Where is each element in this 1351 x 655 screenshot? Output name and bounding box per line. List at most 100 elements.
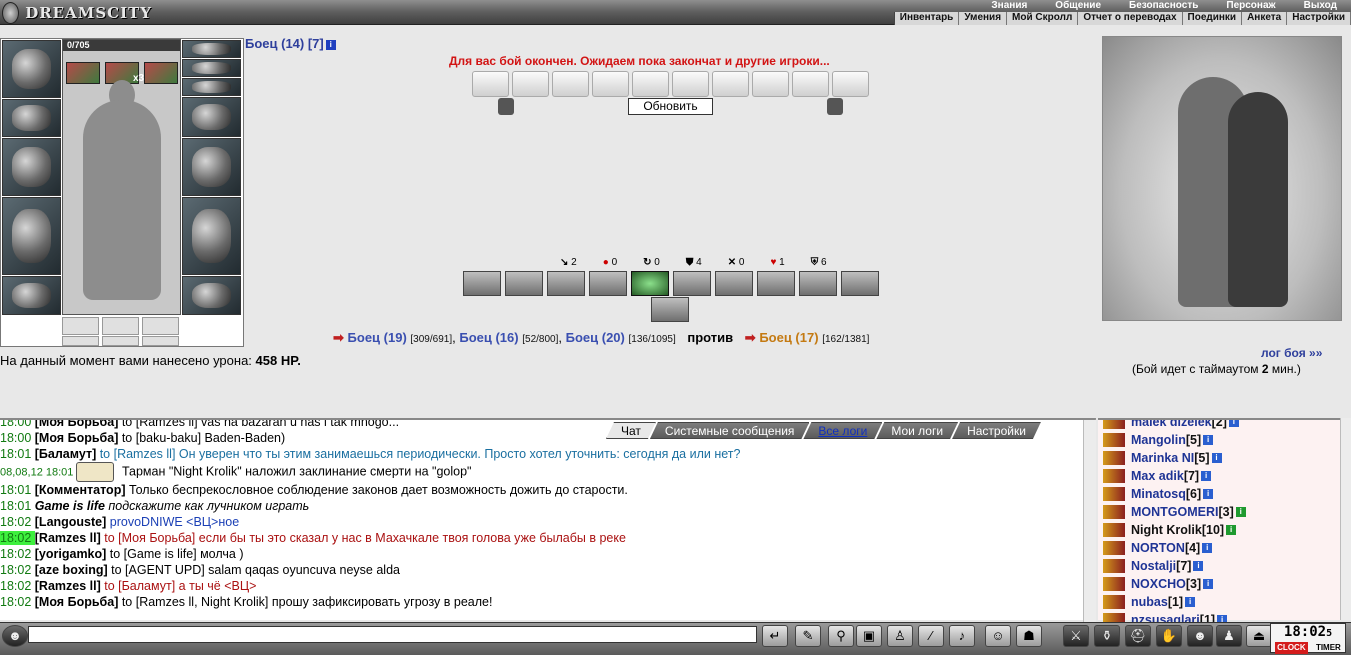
chat-sender[interactable]: [Ramzes ll]	[35, 579, 101, 593]
enter-icon[interactable]: ↵	[762, 625, 788, 647]
chat-sender[interactable]: Game is life	[35, 499, 105, 513]
chat-sender[interactable]: [Комментатор]	[35, 483, 126, 497]
leggings-slot[interactable]	[182, 197, 241, 275]
skill-button[interactable]	[463, 271, 501, 296]
user-row[interactable]: MONTGOMERI [3] i	[1098, 503, 1336, 521]
submenu-skills[interactable]: Умения	[959, 12, 1008, 25]
fighter-link[interactable]: Боец (19)	[348, 330, 407, 345]
chat-sender[interactable]: [Langouste]	[35, 515, 107, 529]
user-name[interactable]: malek dizelek	[1131, 420, 1212, 429]
scroll-slot[interactable]	[832, 71, 869, 97]
chat-sender[interactable]: [Баламут]	[35, 447, 96, 461]
scroll-slot[interactable]	[712, 71, 749, 97]
armor-slot[interactable]	[2, 197, 61, 275]
user-name[interactable]: nubas	[1131, 595, 1168, 609]
bracer-slot[interactable]	[182, 97, 241, 137]
belt-slot[interactable]	[2, 276, 61, 315]
menu-item-communication[interactable]: Общение	[1041, 0, 1115, 12]
info-icon[interactable]: i	[1201, 471, 1212, 481]
helmet-slot[interactable]	[2, 40, 61, 98]
user-row[interactable]: Minatosq [6] i	[1098, 485, 1336, 503]
user-icon[interactable]: ☻	[1187, 625, 1213, 647]
user-name[interactable]: nzsusaqlari	[1131, 613, 1200, 622]
smile-face-icon[interactable]: ☻	[2, 625, 28, 647]
glove-icon[interactable]: ✋	[1156, 625, 1182, 647]
skill-button[interactable]	[841, 271, 879, 296]
empty-slot-icon[interactable]	[102, 336, 139, 346]
info-icon[interactable]: i	[1203, 579, 1214, 589]
user-row[interactable]: Mangolin [5] i	[1098, 431, 1336, 449]
info-icon[interactable]: i	[1185, 597, 1196, 607]
empty-slot-icon[interactable]	[62, 336, 99, 346]
tab-all-logs[interactable]: Все логи	[803, 422, 882, 439]
empty-slot-icon[interactable]	[102, 317, 139, 335]
buff-icon[interactable]	[66, 62, 100, 84]
user-name[interactable]: Mangolin	[1131, 433, 1186, 447]
boots-slot[interactable]	[182, 276, 241, 315]
menu-item-security[interactable]: Безопасность	[1115, 0, 1212, 12]
emoticon-icon[interactable]: ☺	[985, 625, 1011, 647]
filter-icon[interactable]: ⚲	[828, 625, 854, 647]
user-row[interactable]: nubas [1] i	[1098, 593, 1336, 611]
chat-scrollbar[interactable]	[1083, 420, 1096, 622]
fighter-link[interactable]: Боец (16)	[459, 330, 518, 345]
user-name[interactable]: Night Krolik	[1131, 523, 1202, 537]
chat-sender[interactable]: [Ramzes ll]	[35, 531, 101, 545]
chat-sender[interactable]: [aze boxing]	[35, 563, 108, 577]
bag-icon[interactable]: ⚱	[1094, 625, 1120, 647]
user-name[interactable]: NORTON	[1131, 541, 1185, 555]
weapon-slot[interactable]	[2, 138, 61, 196]
user-name[interactable]: Minatosq	[1131, 487, 1186, 501]
info-icon[interactable]: i	[1226, 525, 1237, 535]
chat-input[interactable]	[28, 626, 757, 643]
fighter-link[interactable]: Боец (20)	[566, 330, 625, 345]
sound-icon[interactable]: ♪	[949, 625, 975, 647]
user-row[interactable]: nzsusaqlari [1] i	[1098, 611, 1336, 622]
info-icon[interactable]: i	[1217, 615, 1228, 622]
eraser-icon[interactable]: ✎	[795, 625, 821, 647]
info-icon[interactable]: i	[1228, 420, 1239, 427]
tab-system[interactable]: Системные сообщения	[650, 422, 810, 439]
skill-button[interactable]	[505, 271, 543, 296]
shield-slot[interactable]	[182, 138, 241, 196]
save-icon[interactable]: ▣	[856, 625, 882, 647]
tab-settings[interactable]: Настройки	[952, 422, 1041, 439]
submenu-duels[interactable]: Поединки	[1183, 12, 1243, 25]
skill-button[interactable]	[799, 271, 837, 296]
submenu-profile[interactable]: Анкета	[1242, 12, 1288, 25]
chat-sender[interactable]: [Моя Борьба]	[35, 420, 119, 429]
tab-my-logs[interactable]: Мои логи	[876, 422, 958, 439]
user-list-scrollbar[interactable]	[1340, 418, 1351, 620]
prev-arrow-icon[interactable]	[498, 98, 514, 115]
empty-slot-icon[interactable]	[142, 336, 179, 346]
user-name[interactable]: Max adik	[1131, 469, 1184, 483]
scroll-slot[interactable]	[592, 71, 629, 97]
gloves-slot[interactable]	[2, 99, 61, 137]
user-row[interactable]: Night Krolik [10] i	[1098, 521, 1336, 539]
tab-chat[interactable]: Чат	[606, 422, 656, 439]
scroll-slot[interactable]	[792, 71, 829, 97]
refresh-button[interactable]: Обновить	[628, 98, 713, 115]
submenu-inventory[interactable]: Инвентарь	[895, 12, 960, 25]
info-icon[interactable]: i	[1235, 507, 1246, 517]
timer-label[interactable]: TIMER	[1316, 642, 1341, 654]
private-icon[interactable]: ⁄	[918, 625, 944, 647]
user-name[interactable]: Marinka NI	[1131, 451, 1194, 465]
user-row[interactable]: Max adik [7] i	[1098, 467, 1336, 485]
user-name[interactable]: MONTGOMERI	[1131, 505, 1219, 519]
submenu-transfers[interactable]: Отчет о переводах	[1078, 12, 1183, 25]
necklace-slot[interactable]	[182, 40, 241, 58]
info-icon[interactable]: i	[1203, 489, 1214, 499]
skill-button[interactable]	[589, 271, 627, 296]
user-name[interactable]: NOXCHO	[1131, 577, 1186, 591]
person-icon[interactable]: ♙	[887, 625, 913, 647]
skill-button[interactable]	[547, 271, 585, 296]
menu-item-exit[interactable]: Выход	[1290, 0, 1351, 12]
empty-slot-icon[interactable]	[142, 317, 179, 335]
user-row[interactable]: malek dizelek [2] i	[1098, 420, 1336, 431]
info-icon[interactable]: i	[325, 39, 336, 50]
menu-item-knowledge[interactable]: Знания	[977, 0, 1041, 12]
menu-item-character[interactable]: Персонаж	[1212, 0, 1289, 12]
info-icon[interactable]: i	[1203, 435, 1214, 445]
skill-button[interactable]	[651, 297, 689, 322]
